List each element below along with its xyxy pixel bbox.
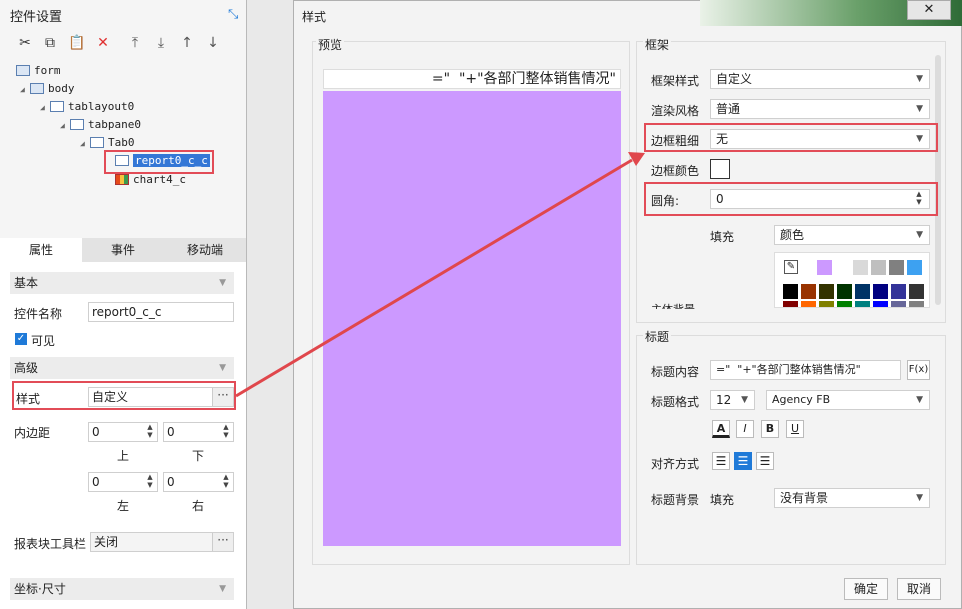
- arrow-head: [628, 152, 645, 166]
- annotation-arrow: [235, 152, 645, 398]
- arrow-line: [235, 158, 633, 398]
